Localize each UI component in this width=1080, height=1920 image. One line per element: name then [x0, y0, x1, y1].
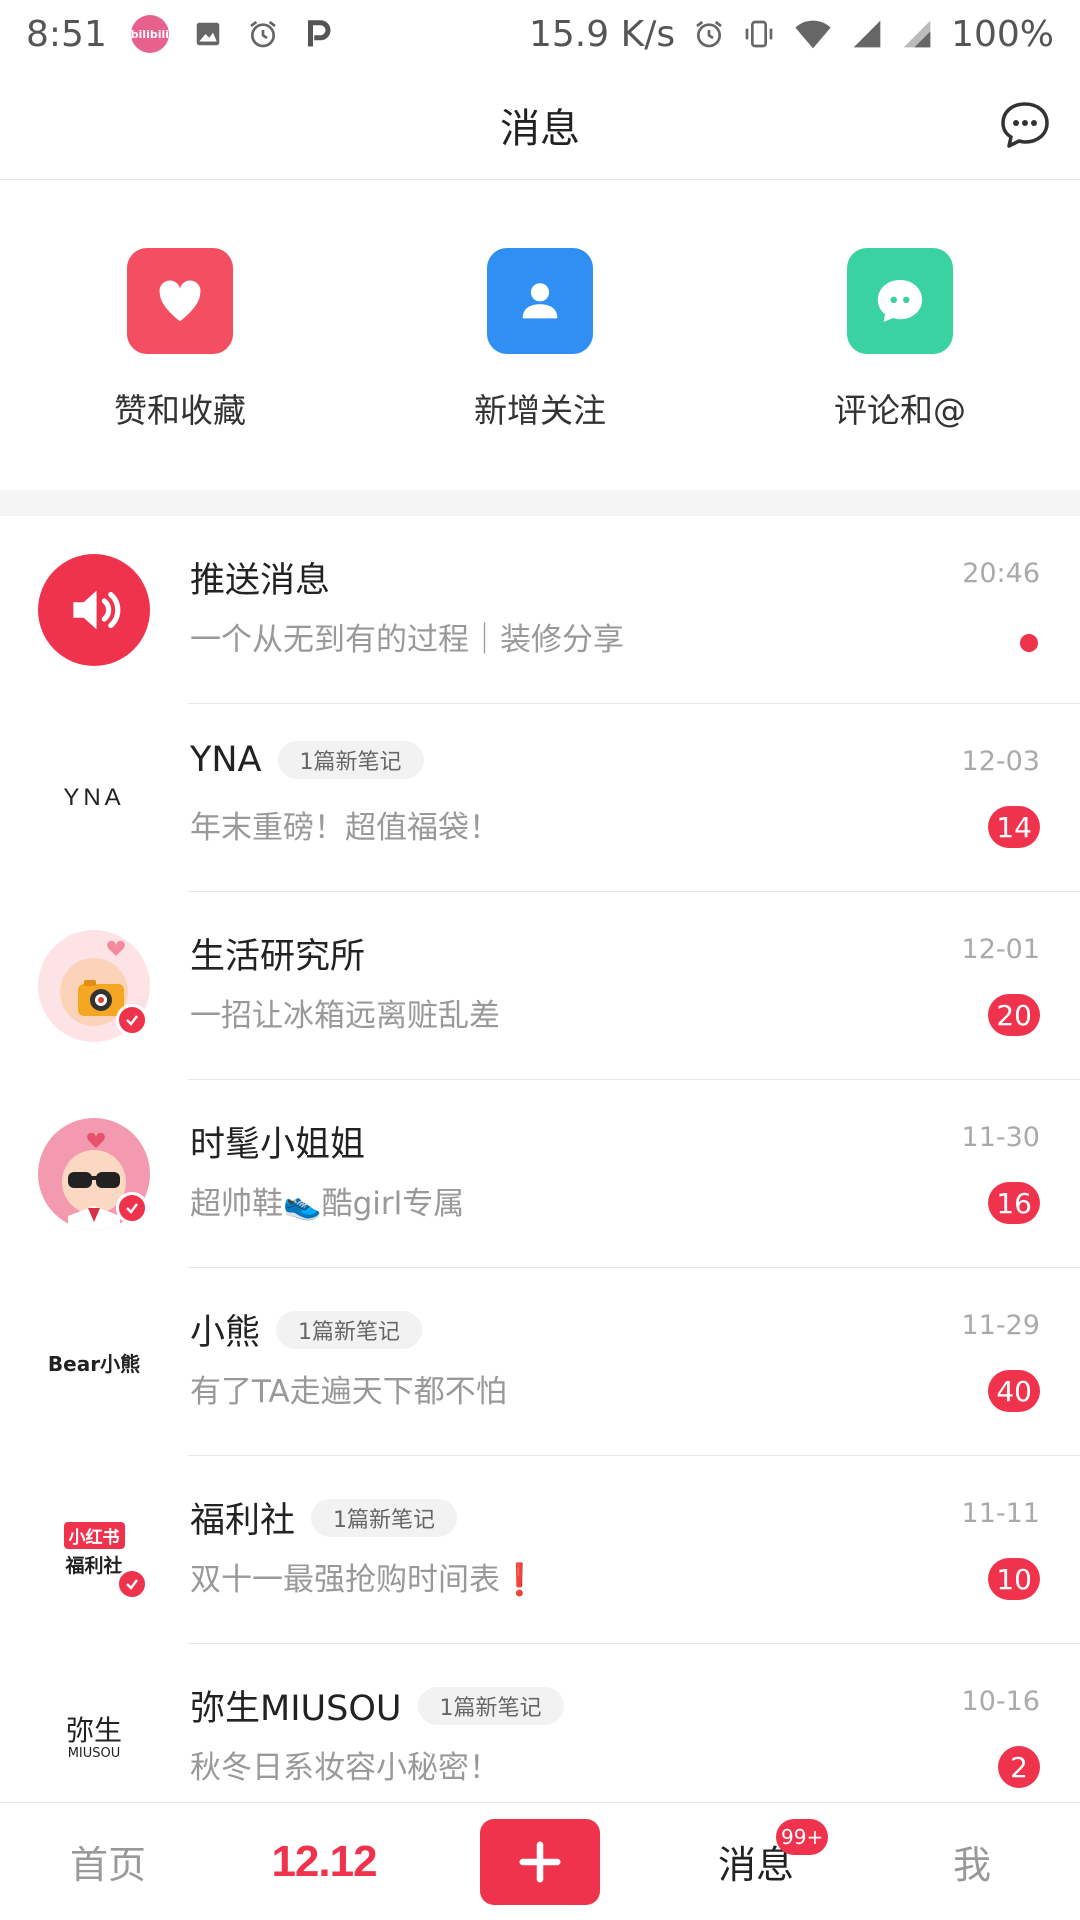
unread-count-badge: 10 [988, 1558, 1040, 1600]
nav-post[interactable] [432, 1803, 648, 1920]
comments-and-mentions-button[interactable]: 评论和@ [720, 182, 1080, 490]
battery-level: 100% [951, 13, 1054, 55]
wifi-icon [793, 18, 833, 50]
page-title: 消息 [500, 106, 580, 152]
megaphone-icon [38, 554, 150, 666]
new-note-tag: 1篇新笔记 [276, 1310, 423, 1349]
unread-count-badge: 14 [988, 806, 1040, 848]
unread-count-badge: 16 [988, 1182, 1040, 1224]
unread-count-badge: 20 [988, 994, 1040, 1036]
verified-icon [116, 1192, 148, 1224]
p-icon [303, 18, 333, 50]
quick-action-label: 评论和@ [834, 391, 966, 430]
message-item-bear[interactable]: Bear小熊 小熊 1篇新笔记 有了TA走遍天下都不怕 11-29 40 [0, 1268, 1080, 1456]
avatar-text: 弥生 [65, 1713, 122, 1747]
message-sender: 小熊 [190, 1313, 261, 1353]
new-note-tag: 1篇新笔记 [417, 1686, 564, 1725]
message-sender: 弥生MIUSOU [190, 1689, 402, 1729]
status-bar: 8:51 bilibili 15.9 K/s 100% [0, 0, 1080, 68]
message-sender: 推送消息 [190, 561, 331, 601]
message-time: 20:46 [962, 558, 1040, 589]
message-item-fashion-sister[interactable]: 时髦小姐姐 超帅鞋👟酷girl专属 11-30 16 [0, 1080, 1080, 1268]
quick-action-label: 赞和收藏 [114, 391, 246, 430]
nav-messages[interactable]: 消息 99+ [648, 1803, 864, 1920]
nav-me[interactable]: 我 [864, 1803, 1080, 1920]
vibrate-icon [743, 18, 775, 50]
section-divider [0, 490, 1080, 516]
page-header: 消息 [0, 68, 1080, 180]
nav-message-badge: 99+ [776, 1818, 829, 1855]
unread-count-badge: 2 [998, 1746, 1040, 1788]
message-sender: 生活研究所 [190, 937, 366, 977]
signal-icon [901, 18, 933, 50]
message-sender: 福利社 [190, 1501, 296, 1541]
comment-icon [847, 248, 953, 354]
quick-actions: 赞和收藏 新增关注 评论和@ [0, 182, 1080, 490]
nav-1212-label: 12.12 [271, 1836, 377, 1886]
avatar: Bear小熊 [38, 1306, 150, 1418]
plus-icon [480, 1818, 600, 1905]
unread-dot [1020, 634, 1038, 652]
nav-home[interactable]: 首页 [0, 1803, 216, 1920]
avatar-text: 小红书 [63, 1522, 125, 1549]
message-time: 12-03 [961, 746, 1040, 777]
message-time: 12-01 [961, 934, 1040, 965]
user-icon [487, 248, 593, 354]
message-preview: 双十一最强抢购时间表❗ [190, 1562, 539, 1598]
message-preview: 一招让冰箱远离赃乱差 [190, 998, 500, 1034]
heart-icon [127, 248, 233, 354]
avatar-text: YNA [63, 784, 125, 811]
message-sender: YNA [190, 740, 262, 780]
avatar: YNA [38, 742, 150, 854]
message-item-life-lab[interactable]: 生活研究所 一招让冰箱远离赃乱差 12-01 20 [0, 892, 1080, 1080]
image-icon [193, 19, 223, 49]
message-sender: 时髦小姐姐 [190, 1125, 366, 1165]
chat-bubble-icon[interactable] [998, 98, 1052, 152]
nav-1212-promo[interactable]: 12.12 [216, 1803, 432, 1920]
message-item-yna[interactable]: YNA YNA 1篇新笔记 年末重磅！超值福袋！ 12-03 14 [0, 704, 1080, 892]
verified-icon [116, 1568, 148, 1600]
likes-and-collections-button[interactable]: 赞和收藏 [0, 182, 360, 490]
signal-icon [851, 18, 883, 50]
new-note-tag: 1篇新笔记 [277, 741, 424, 779]
avatar-subtext: MIUSOU [67, 1745, 121, 1761]
message-time: 11-29 [961, 1310, 1040, 1341]
quick-action-label: 新增关注 [474, 391, 606, 430]
bottom-nav: 首页 12.12 消息 99+ 我 [0, 1802, 1080, 1920]
avatar-text: Bear小熊 [47, 1351, 141, 1376]
message-preview: 有了TA走遍天下都不怕 [190, 1374, 507, 1410]
message-list: 推送消息 一个从无到有的过程｜装修分享 20:46 YNA YNA 1篇新笔记 … [0, 516, 1080, 1832]
message-preview: 年末重磅！超值福袋！ [190, 810, 500, 846]
message-time: 10-16 [961, 1686, 1040, 1717]
message-preview: 秋冬日系妆容小秘密！ [190, 1750, 500, 1786]
new-followers-button[interactable]: 新增关注 [360, 182, 720, 490]
network-speed: 15.9 K/s [528, 13, 676, 55]
bilibili-icon: bilibili [131, 15, 169, 53]
message-time: 11-11 [961, 1498, 1040, 1529]
avatar-subtext: 福利社 [65, 1555, 123, 1577]
message-preview: 一个从无到有的过程｜装修分享 [190, 622, 624, 658]
avatar: 弥生 MIUSOU [38, 1682, 150, 1794]
alarm-icon [693, 18, 725, 50]
message-item-push[interactable]: 推送消息 一个从无到有的过程｜装修分享 20:46 [0, 516, 1080, 704]
status-time: 8:51 [26, 13, 107, 55]
verified-icon [116, 1004, 148, 1036]
new-note-tag: 1篇新笔记 [311, 1498, 458, 1537]
alarm-icon [247, 18, 279, 50]
unread-count-badge: 40 [988, 1370, 1040, 1412]
message-item-welfare[interactable]: 小红书 福利社 福利社 1篇新笔记 双十一最强抢购时间表❗ 11-11 10 [0, 1456, 1080, 1644]
message-time: 11-30 [961, 1122, 1040, 1153]
message-preview: 超帅鞋👟酷girl专属 [190, 1186, 465, 1222]
